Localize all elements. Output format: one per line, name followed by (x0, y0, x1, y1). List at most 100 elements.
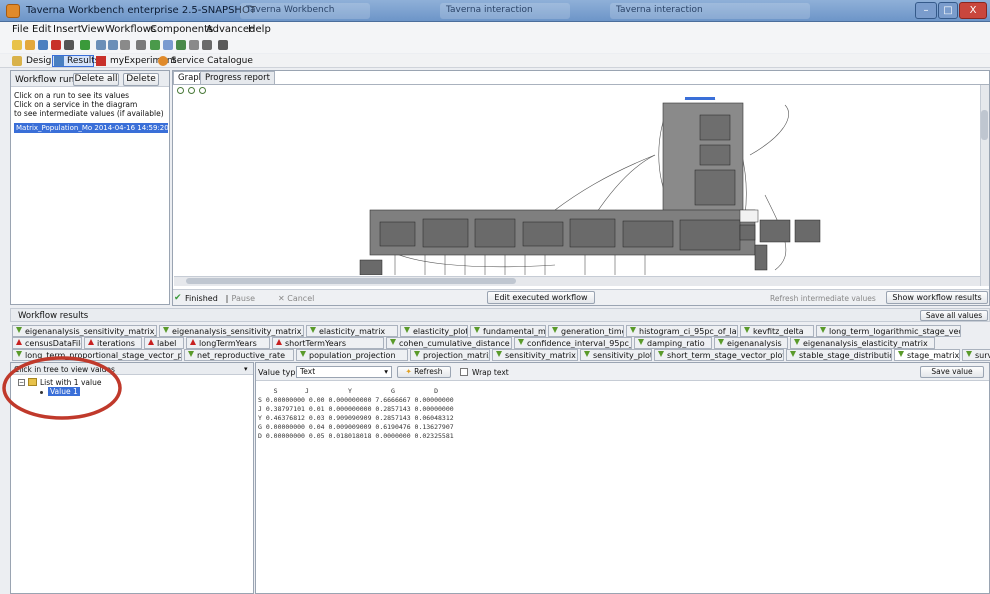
paste-icon[interactable] (202, 40, 212, 50)
status-finished: Finished (185, 294, 218, 303)
show-workflow-results-button[interactable]: Show workflow results (886, 291, 988, 304)
output-port-icon (584, 351, 590, 357)
graph-scroll-thumb[interactable] (186, 278, 516, 284)
port-tab-sensitivity-plot[interactable]: sensitivity_plot (580, 349, 652, 361)
minimize-button[interactable]: – (915, 2, 937, 19)
menu-insert[interactable]: Insert (53, 24, 82, 35)
open-url-icon[interactable] (38, 40, 48, 50)
menu-file[interactable]: File (12, 24, 29, 35)
new-workflow-icon[interactable] (12, 40, 22, 50)
copy-icon[interactable] (189, 40, 199, 50)
save-all-values-button[interactable]: Save all values (920, 310, 988, 321)
pause-button[interactable]: ‖ Pause (225, 294, 255, 303)
menu-edit[interactable]: Edit (32, 24, 51, 35)
port-tab-net-reproductive-rate[interactable]: net_reproductive_rate (184, 349, 294, 361)
pause-label: Pause (231, 294, 256, 303)
port-tab-sensitivity-matrix[interactable]: sensitivity_matrix (492, 349, 578, 361)
menu-workflows[interactable]: Workflows (105, 24, 156, 35)
refresh-intermediate-button[interactable]: Refresh intermediate values (770, 294, 876, 303)
graph-vscroll-thumb[interactable] (981, 110, 988, 140)
port-tab-short-term-stage-vector-plot[interactable]: short_term_stage_vector_plot (654, 349, 784, 361)
tab-progress-report[interactable]: Progress report (200, 71, 275, 84)
port-tab-longTermYears[interactable]: longTermYears (186, 337, 270, 349)
diagram-top-node (685, 97, 715, 100)
workflow-run-item[interactable]: Matrix_Population_Mo 2014-04-16 14:59:20 (14, 123, 168, 133)
menu-components[interactable]: Components (150, 24, 213, 35)
check-icon: ✔ (174, 293, 182, 303)
down-icon[interactable] (108, 40, 118, 50)
port-tab-elasticity-plot[interactable]: elasticity_plot (400, 325, 468, 337)
port-tab-label: histogram_ci_95pc_of_lambda (639, 327, 737, 336)
port-tab-label: long_term_logarithmic_stage_vector_plot (829, 327, 960, 336)
menu-help[interactable]: Help (248, 24, 271, 35)
port-tab-eigenanalysis-sensitivity-matrix-1[interactable]: eigenanalysis_sensitivity_matrix_1 (12, 325, 157, 337)
output-port-icon (630, 327, 636, 333)
chevron-down-icon[interactable]: ▾ (244, 365, 248, 373)
port-tab-fundamental-matrix[interactable]: fundamental_matrix (470, 325, 546, 337)
port-tab-kevfitz-delta[interactable]: kevfitz_delta (740, 325, 814, 337)
delete-icon[interactable] (218, 40, 228, 50)
port-tab-label: survival_curve_plot (975, 351, 990, 360)
maximize-button[interactable]: □ (938, 2, 958, 19)
workflow-diagram[interactable] (355, 95, 975, 275)
output-port-icon (658, 351, 664, 357)
port-tab-long-term-logarithmic-stage-vector-plot[interactable]: long_term_logarithmic_stage_vector_plot (816, 325, 961, 337)
menu-view[interactable]: View (81, 24, 105, 35)
save-icon[interactable] (64, 40, 74, 50)
port-tab-stage-matrix[interactable]: stage_matrix (894, 349, 960, 361)
design-icon (12, 56, 22, 66)
grid-icon[interactable] (136, 40, 146, 50)
zoom-out-icon[interactable] (199, 87, 206, 94)
port-tab-censusDataFile[interactable]: censusDataFile (12, 337, 82, 349)
value-type-select[interactable]: Text ▾ (296, 366, 392, 378)
instruction-line-2: Click on a service in the diagram (14, 100, 138, 109)
output-port-icon (820, 327, 826, 333)
taskbar-tab-3[interactable]: Taverna interaction (610, 3, 810, 19)
perspective-service-catalogue[interactable]: Service Catalogue (168, 55, 256, 67)
add-service-icon[interactable] (150, 40, 160, 50)
delete-button[interactable]: Delete (123, 73, 159, 86)
workflow-runs-title: Workflow runs (15, 75, 79, 85)
port-tab-label: elasticity_matrix (319, 327, 386, 336)
port-tab-confidence-interval-95pc-of-lambda[interactable]: confidence_interval_95pc_of_lambda (514, 337, 632, 349)
port-tab-population-projection[interactable]: population_projection (296, 349, 408, 361)
port-tab-histogram-ci-95pc-of-lambda[interactable]: histogram_ci_95pc_of_lambda (626, 325, 738, 337)
link-icon[interactable] (163, 40, 173, 50)
output-port-icon (898, 351, 904, 357)
open-workflow-icon[interactable] (25, 40, 35, 50)
run-icon[interactable] (80, 40, 90, 50)
zoom-in-icon[interactable] (188, 87, 195, 94)
wrap-text-checkbox[interactable] (460, 368, 468, 376)
port-tab-cohen-cumulative-distance[interactable]: cohen_cumulative_distance (386, 337, 512, 349)
port-tab-label: eigenanalysis_sensitivity_matrix_1 (25, 327, 157, 336)
port-tab-projection-matrix[interactable]: projection_matrix (410, 349, 490, 361)
close-button[interactable]: X (959, 2, 987, 19)
cancel-button[interactable]: ✕ Cancel (278, 294, 314, 303)
port-tab-elasticity-matrix[interactable]: elasticity_matrix (306, 325, 398, 337)
port-tab-eigenanalysis-sensitivity-matrix-2[interactable]: eigenanalysis_sensitivity_matrix_2 (159, 325, 304, 337)
instruction-line-3: to see intermediate values (if available… (14, 109, 164, 118)
plus-icon[interactable] (176, 40, 186, 50)
close-workflow-icon[interactable] (51, 40, 61, 50)
port-tab-iterations[interactable]: iterations (84, 337, 142, 349)
port-tab-eigenanalysis-elasticity-matrix[interactable]: eigenanalysis_elasticity_matrix (790, 337, 935, 349)
input-port-icon (190, 339, 196, 345)
zoom-fit-icon[interactable] (177, 87, 184, 94)
refresh-button[interactable]: ✦ Refresh (397, 366, 451, 378)
up-icon[interactable] (96, 40, 106, 50)
port-tab-shortTermYears[interactable]: shortTermYears (272, 337, 384, 349)
edit-executed-workflow-button[interactable]: Edit executed workflow (487, 291, 595, 304)
port-tab-label[interactable]: label (144, 337, 184, 349)
save-value-button[interactable]: Save value (920, 366, 984, 378)
port-tab-damping-ratio[interactable]: damping_ratio (634, 337, 712, 349)
delete-all-button[interactable]: Delete all (73, 73, 119, 86)
port-tab-label: iterations (97, 339, 135, 348)
port-tab-eigenanalysis[interactable]: eigenanalysis (714, 337, 788, 349)
port-tab-generation-time[interactable]: generation_time (548, 325, 624, 337)
port-tab-stable-stage-distribution[interactable]: stable_stage_distribution (786, 349, 892, 361)
port-tab-label: elasticity_plot (413, 327, 468, 336)
taskbar-tab-2[interactable]: Taverna interaction (440, 3, 570, 19)
align-icon[interactable] (120, 40, 130, 50)
port-tab-survival-curve-plot[interactable]: survival_curve_plot (962, 349, 990, 361)
taskbar-tab-1[interactable]: Taverna Workbench (240, 3, 370, 19)
